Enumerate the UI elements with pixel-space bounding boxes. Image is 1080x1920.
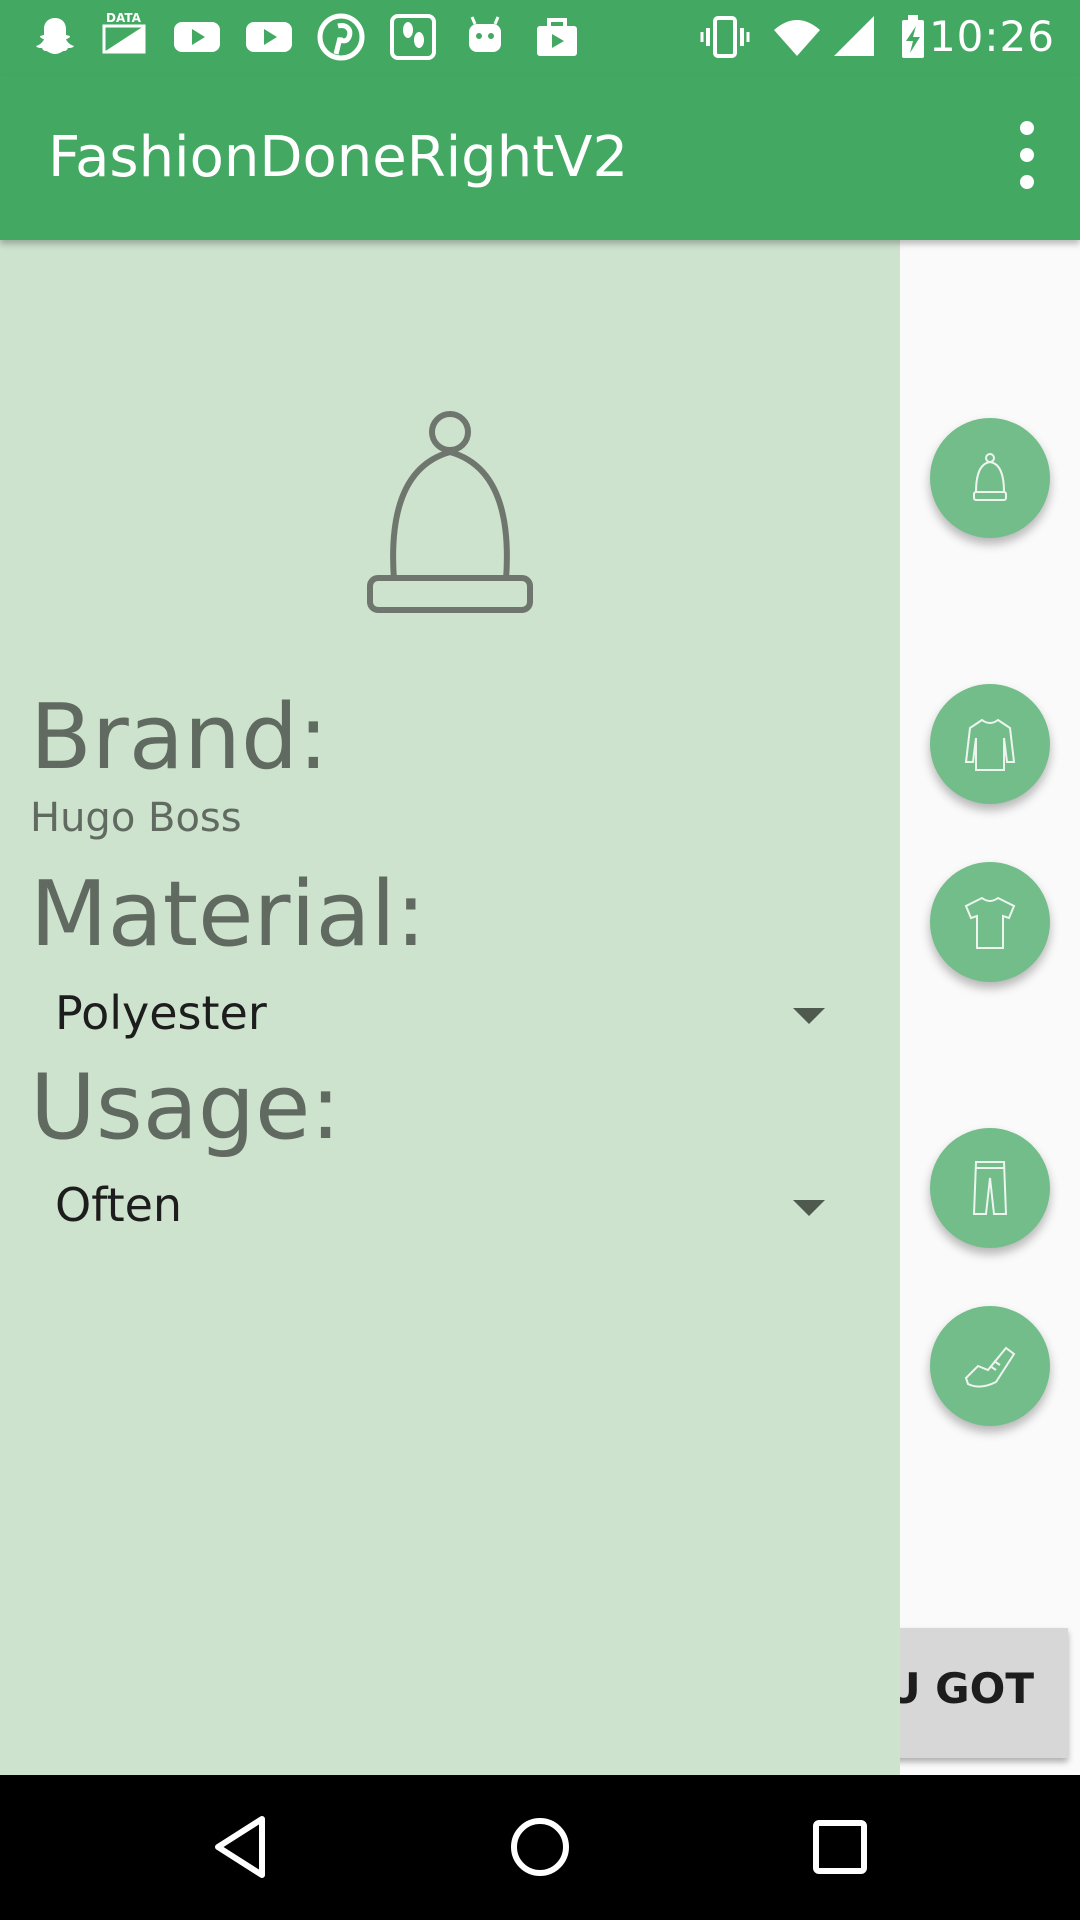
app-bar: FashionDoneRightV2	[0, 75, 1080, 240]
more-vert-icon[interactable]	[992, 110, 1062, 200]
navigation-bar	[0, 1775, 1080, 1920]
hat-icon	[973, 453, 1007, 501]
you-got-button-label: OU GOT	[880, 1664, 1034, 1713]
youtube-icon	[174, 22, 220, 52]
pants-icon	[972, 1161, 1008, 1215]
status-bar: DATA 10:26	[0, 0, 1080, 75]
dropdown-arrow-icon	[793, 1008, 825, 1024]
app-title: FashionDoneRightV2	[48, 125, 629, 190]
brand-value: Hugo Boss	[30, 795, 242, 841]
shoe-icon	[964, 1346, 1016, 1388]
wifi-icon	[774, 20, 820, 56]
material-label: Material:	[30, 862, 426, 967]
material-dropdown-value: Polyester	[55, 986, 267, 1040]
long-sleeve-category-button[interactable]	[930, 684, 1050, 804]
status-time: 10:26	[928, 12, 1055, 61]
recents-icon[interactable]	[800, 1807, 880, 1887]
feet-icon	[390, 14, 436, 60]
data-label: DATA	[106, 12, 142, 25]
material-dropdown[interactable]: Polyester	[55, 978, 825, 1048]
usage-label: Usage:	[30, 1055, 341, 1160]
you-got-button[interactable]: OU GOT	[880, 1628, 1068, 1758]
brand-label: Brand:	[30, 685, 329, 790]
android-icon	[469, 16, 501, 52]
back-icon[interactable]	[200, 1807, 280, 1887]
hat-category-button[interactable]	[930, 418, 1050, 538]
pants-category-button[interactable]	[930, 1128, 1050, 1248]
dropdown-arrow-icon	[793, 1200, 825, 1216]
data-icon: DATA	[102, 12, 146, 54]
shoe-category-button[interactable]	[930, 1306, 1050, 1426]
beanie-hat-icon	[367, 411, 533, 613]
item-detail-panel: Brand: Hugo Boss Material: Polyester Usa…	[0, 240, 900, 1775]
snapchat-icon	[36, 18, 74, 54]
long-sleeve-icon	[964, 718, 1016, 771]
usage-dropdown-value: Often	[55, 1178, 183, 1232]
tshirt-icon	[964, 896, 1016, 949]
tshirt-category-button[interactable]	[930, 862, 1050, 982]
vibrate-icon	[700, 16, 750, 58]
cell-signal-icon	[834, 16, 874, 56]
youtube-icon	[246, 22, 292, 52]
usage-dropdown[interactable]: Often	[55, 1170, 825, 1240]
home-icon[interactable]	[500, 1807, 580, 1887]
shopping-bag-icon	[537, 18, 577, 56]
pinterest-icon	[317, 13, 365, 61]
